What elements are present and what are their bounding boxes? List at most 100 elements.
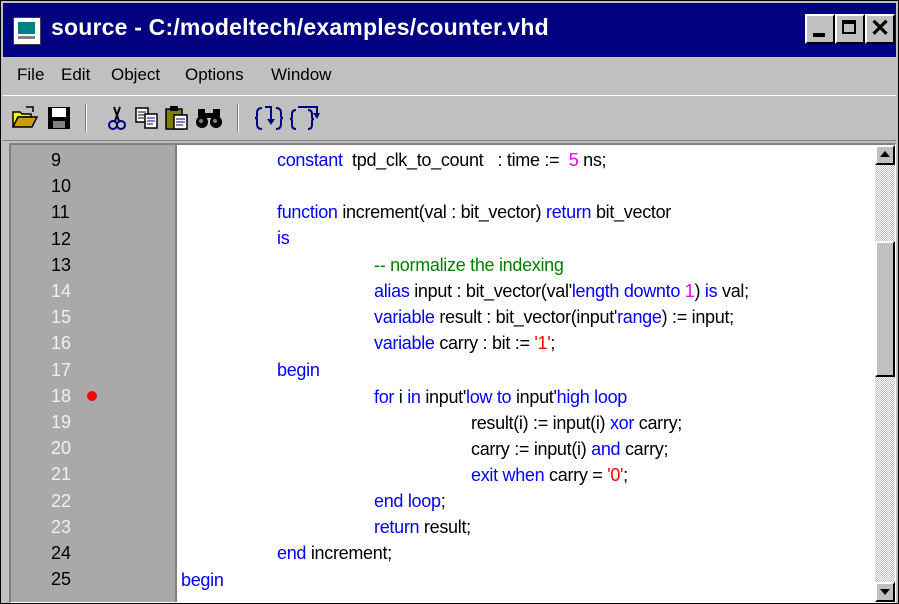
save-button[interactable] [43, 102, 75, 134]
toolbar [3, 95, 896, 141]
code-token: loop [407, 491, 441, 511]
app-icon[interactable] [13, 17, 41, 45]
code-token: constant [277, 150, 343, 170]
code-line: function increment(val : bit_vector) ret… [277, 202, 671, 222]
code-line: carry := input(i) and carry; [471, 439, 668, 459]
code-token: ; [623, 465, 628, 485]
line-number: 15 [51, 307, 72, 328]
code-token: -- normalize the indexing [374, 255, 564, 275]
code-token: ; [440, 491, 446, 511]
paste-button[interactable] [161, 102, 193, 134]
menu-edit[interactable]: Edit [61, 65, 90, 85]
cut-button[interactable] [101, 102, 133, 134]
code-token: result(i) := input(i) [471, 413, 610, 433]
code-line: end increment; [277, 543, 392, 563]
line-number: 22 [51, 490, 72, 511]
line-number: 19 [51, 412, 72, 432]
code-line: constant tpd_clk_to_count : time := 5 ns… [277, 150, 607, 170]
scroll-up-arrow-icon[interactable] [875, 145, 895, 165]
code-token: in [407, 387, 421, 407]
window-title: source - C:/modeltech/examples/counter.v… [51, 14, 549, 40]
breakpoint-marker-icon[interactable] [87, 390, 97, 401]
cut-scissors-icon [108, 106, 126, 130]
code-line: -- normalize the indexing [374, 255, 564, 275]
code-token: return [374, 517, 420, 537]
scroll-down-arrow-icon[interactable] [875, 582, 895, 602]
title-bar[interactable]: source - C:/modeltech/examples/counter.v… [3, 3, 896, 57]
find-button[interactable] [193, 102, 225, 134]
line-number-gutter[interactable]: 9 10 11 12 13 14 15 16 17 18 19 20 21 22 23 24 25 [11, 145, 177, 602]
source-window: source - C:/modeltech/examples/counter.v… [0, 0, 899, 604]
code-area[interactable]: constant tpd_clk_to_count : time := 5 ns… [177, 145, 877, 602]
code-token: increment(val : bit_vector) [337, 202, 547, 222]
scroll-thumb[interactable] [875, 241, 895, 377]
code-token: 5 [568, 150, 579, 170]
code-token: high [556, 387, 590, 407]
maximize-button[interactable] [835, 14, 865, 44]
code-token: return [546, 202, 592, 222]
code-token: input' [511, 387, 557, 407]
code-token: range [617, 307, 662, 327]
code-token: tpd_clk_to_count : time := [342, 150, 569, 170]
code-line: exit when carry = '0'; [471, 465, 628, 485]
code-token: end [277, 543, 307, 563]
close-button[interactable]: ✕ [865, 14, 895, 44]
code-token: ns; [578, 150, 607, 170]
line-number: 14 [51, 281, 72, 301]
code-token: alias [374, 281, 410, 301]
code-token: '1' [534, 333, 551, 353]
code-token: end [374, 491, 404, 511]
code-line: begin [277, 360, 320, 380]
minimize-button[interactable] [805, 14, 835, 44]
code-line: return result; [374, 517, 471, 537]
code-token: input : bit_vector(val' [409, 281, 572, 301]
menu-object[interactable]: Object [111, 65, 160, 85]
line-number: 11 [51, 202, 70, 223]
copy-icon [135, 107, 158, 129]
menu-object-label: Object [111, 65, 161, 84]
code-token: input' [420, 387, 467, 407]
toolbar-separator [237, 104, 239, 132]
code-token: carry; [620, 439, 669, 459]
line-number: 16 [51, 333, 72, 354]
code-token: low [466, 387, 493, 407]
line-number: 17 [51, 359, 72, 380]
menu-bar: File Edit Object Options Window [3, 59, 896, 93]
menu-options[interactable]: Options [185, 65, 244, 85]
code-token: and [591, 439, 621, 459]
code-line: for i in input'low to input'high loop [374, 387, 627, 407]
code-token: val; [717, 281, 749, 301]
code-token: carry := input(i) [471, 439, 592, 459]
code-token: begin [277, 360, 320, 380]
code-token: result; [419, 517, 471, 537]
line-number: 25 [51, 569, 72, 590]
code-line: begin [181, 570, 224, 590]
toolbar-separator [85, 104, 87, 132]
code-token: xor [609, 413, 635, 433]
code-token: to [496, 387, 512, 407]
menu-file-label: File [17, 65, 45, 84]
code-token: variable [374, 307, 435, 327]
code-token: for [374, 387, 395, 407]
menu-edit-label: Edit [61, 65, 91, 84]
code-line: result(i) := input(i) xor carry; [471, 413, 682, 433]
close-icon: ✕ [869, 15, 891, 42]
step-over-button[interactable] [289, 102, 321, 134]
code-token: begin [181, 570, 224, 590]
line-number: 12 [51, 228, 72, 249]
menu-window[interactable]: Window [271, 65, 331, 85]
open-button[interactable] [9, 102, 41, 134]
open-folder-icon [11, 106, 39, 128]
step-button[interactable] [253, 102, 285, 134]
code-token: increment; [306, 543, 392, 563]
vertical-scrollbar[interactable] [875, 145, 895, 602]
copy-button[interactable] [131, 102, 163, 134]
line-number: 20 [51, 438, 72, 459]
code-token: i [394, 387, 408, 407]
menu-file[interactable]: File [17, 65, 44, 85]
code-token: exit [471, 465, 498, 485]
line-number: 9 [51, 150, 62, 170]
code-line: is [277, 228, 290, 248]
code-token: ; [550, 333, 556, 353]
menu-options-label: Options [185, 65, 244, 84]
